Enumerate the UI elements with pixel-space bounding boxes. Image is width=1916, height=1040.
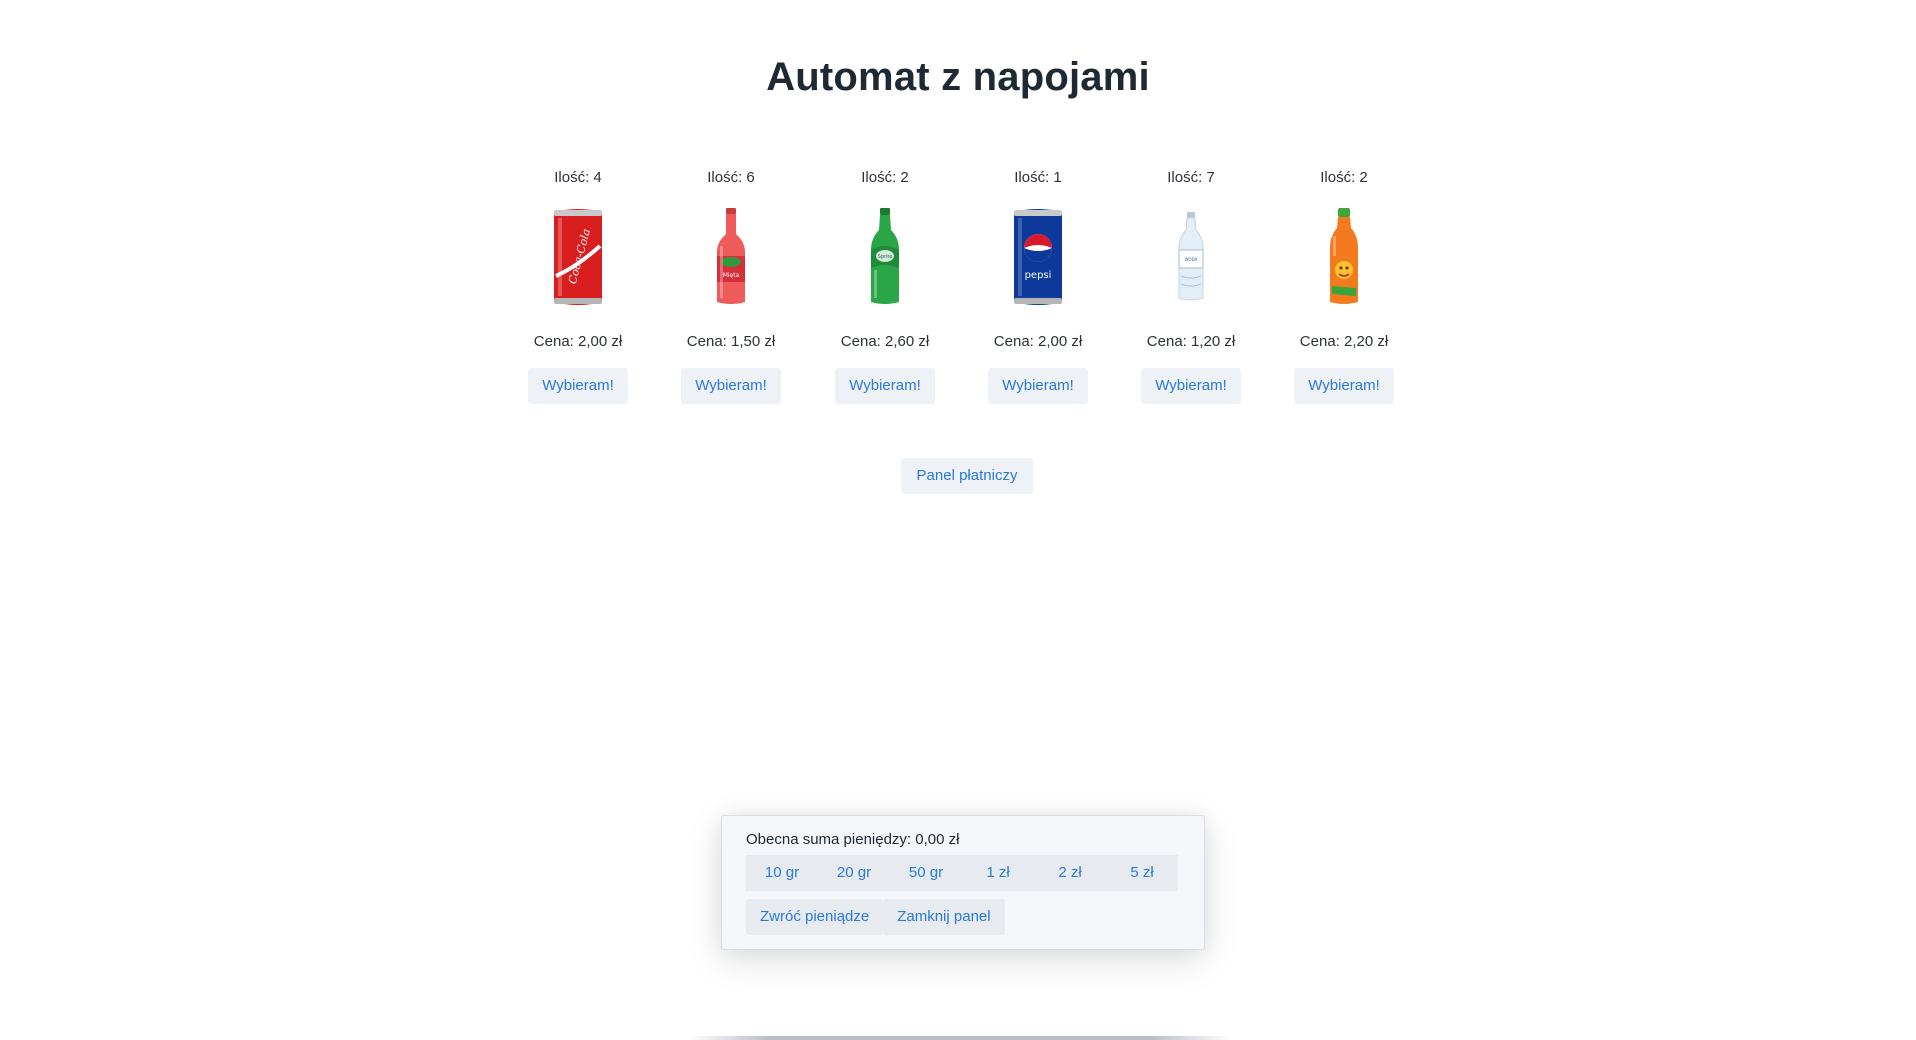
bottom-divider	[690, 1036, 1230, 1040]
product-price: Cena: 1,50 zł	[686, 333, 776, 350]
current-sum-text: Obecna suma pieniędzy: 0,00 zł	[746, 831, 960, 848]
choose-button[interactable]: Wybieram!	[988, 368, 1088, 404]
coin-buttons: 10 gr 20 gr 50 gr 1 zł 2 zł 5 zł	[746, 855, 1178, 891]
water-bottle-icon: WODA	[1141, 206, 1241, 308]
choose-button[interactable]: Wybieram!	[681, 368, 781, 404]
pepsi-can-icon: pepsi	[988, 206, 1088, 308]
sprite-bottle-icon: Sprite	[835, 206, 935, 308]
coin-10gr-button[interactable]: 10 gr	[746, 855, 818, 891]
product-quantity: Ilość: 6	[707, 169, 755, 186]
choose-button[interactable]: Wybieram!	[1294, 368, 1394, 404]
product-card: Ilość: 1 pepsi Cena: 2,00 zł Wybieram!	[963, 168, 1113, 404]
product-card: Ilość: 2 Sprite Cena: 2,60 zł Wybieram!	[810, 168, 960, 404]
product-card: Ilość: 4 Coca-Cola Cena: 2,00 zł Wybiera…	[503, 168, 653, 404]
choose-button[interactable]: Wybieram!	[1141, 368, 1241, 404]
product-card: Ilość: 6 Mięta Cena: 1,50 zł Wybieram!	[656, 168, 806, 404]
page-title: Automat z napojami	[766, 55, 1150, 99]
orange-juice-bottle-icon	[1294, 206, 1394, 308]
product-card: Ilość: 7 WODA Cena: 1,20 zł Wybieram!	[1116, 168, 1266, 404]
svg-text:Mięta: Mięta	[723, 272, 740, 279]
coin-2zl-button[interactable]: 2 zł	[1034, 855, 1106, 891]
product-quantity: Ilość: 2	[1320, 169, 1368, 186]
product-card: Ilość: 2 Cena: 2,20 zł Wybieram!	[1269, 168, 1419, 404]
coin-1zl-button[interactable]: 1 zł	[962, 855, 1034, 891]
product-price: Cena: 2,00 zł	[993, 333, 1083, 350]
product-quantity: Ilość: 2	[861, 169, 909, 186]
svg-text:Sprite: Sprite	[878, 254, 893, 260]
return-money-button[interactable]: Zwróć pieniądze	[746, 899, 884, 935]
product-quantity: Ilość: 7	[1167, 169, 1215, 186]
product-quantity: Ilość: 1	[1014, 169, 1062, 186]
choose-button[interactable]: Wybieram!	[528, 368, 628, 404]
product-price: Cena: 2,60 zł	[840, 333, 930, 350]
product-price: Cena: 2,00 zł	[533, 333, 623, 350]
product-price: Cena: 1,20 zł	[1146, 333, 1236, 350]
coin-50gr-button[interactable]: 50 gr	[890, 855, 962, 891]
product-quantity: Ilość: 4	[554, 169, 602, 186]
coin-20gr-button[interactable]: 20 gr	[818, 855, 890, 891]
svg-text:pepsi: pepsi	[1025, 270, 1052, 281]
vending-machine-page: Automat z napojami Ilość: 4 Coca-Cola Ce…	[0, 0, 1916, 1040]
close-panel-button[interactable]: Zamknij panel	[883, 899, 1005, 935]
choose-button[interactable]: Wybieram!	[835, 368, 935, 404]
svg-text:WODA: WODA	[1185, 257, 1198, 262]
coin-5zl-button[interactable]: 5 zł	[1106, 855, 1178, 891]
payment-panel: Obecna suma pieniędzy: 0,00 zł 10 gr 20 …	[721, 815, 1205, 950]
payment-panel-button[interactable]: Panel płatniczy	[901, 458, 1033, 494]
product-price: Cena: 2,20 zł	[1299, 333, 1389, 350]
panel-actions: Zwróć pieniądze Zamknij panel	[746, 899, 1005, 935]
red-soda-bottle-icon: Mięta	[681, 206, 781, 308]
coca-cola-can-icon: Coca-Cola	[528, 206, 628, 308]
